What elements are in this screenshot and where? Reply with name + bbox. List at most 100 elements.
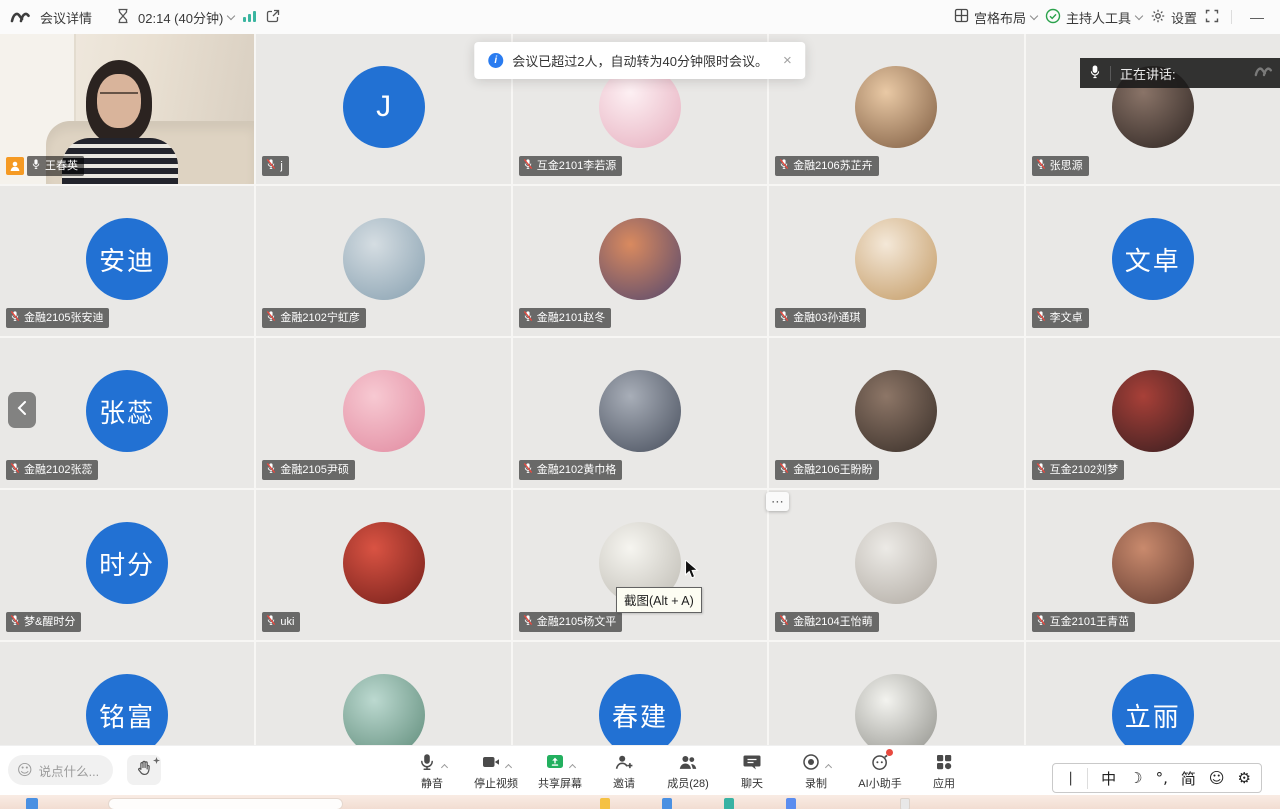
participant-tile[interactable]: 金融03孙通琪 — [769, 186, 1023, 336]
mic-status-icon — [31, 158, 41, 174]
participant-name-label: 金融2101赵冬 — [519, 308, 611, 328]
participant-tile[interactable]: 金融2106苏芷卉 — [769, 34, 1023, 184]
participant-avatar — [343, 522, 425, 604]
mic-status-icon — [266, 310, 276, 326]
meeting-timer[interactable]: 02:14 (40分钟) — [138, 8, 234, 27]
ai-assistant-button[interactable]: AI小助手 — [855, 751, 905, 791]
participant-tile[interactable]: 王春英 — [0, 34, 254, 184]
host-badge-icon — [6, 157, 24, 175]
toolbar-button-label: 应用 — [933, 775, 955, 791]
chat-button[interactable]: 聊天 — [727, 751, 777, 791]
meeting-details-button[interactable]: 会议详情 — [40, 8, 92, 27]
share-screen-icon — [545, 752, 565, 772]
meeting-logo-watermark — [1254, 64, 1274, 80]
mic-status-icon — [1036, 462, 1046, 478]
taskbar-app-icon[interactable] — [786, 798, 796, 809]
grid-layout-label: 宫格布局 — [974, 8, 1026, 27]
mic-status-icon — [779, 158, 789, 174]
chat-input[interactable]: ☺ 说点什么... — [8, 755, 113, 785]
participant-tile[interactable]: 文卓 李文卓 — [1026, 186, 1280, 336]
participant-tile[interactable]: 张蕊 金融2102张蕊 — [0, 338, 254, 488]
participant-tile[interactable]: 金融2105杨文平 — [513, 490, 767, 640]
participant-tile[interactable]: 张思源 — [1026, 34, 1280, 184]
invite-button[interactable]: 邀请 — [599, 751, 649, 791]
participant-name: 互金2101王青茁 — [1050, 615, 1129, 629]
network-signal-icon[interactable] — [242, 9, 258, 26]
mic-status-icon — [266, 462, 276, 478]
windows-start-icon[interactable] — [26, 798, 38, 809]
ime-item-5[interactable]: ☺ — [1209, 769, 1225, 787]
participant-name-label: 王春英 — [27, 156, 84, 176]
taskbar-app-icon[interactable] — [724, 798, 734, 809]
mic-status-icon — [266, 614, 276, 630]
mute-button[interactable]: 静音 — [407, 751, 457, 791]
participant-tile[interactable]: 时分 梦&醒时分 — [0, 490, 254, 640]
fullscreen-icon[interactable] — [1205, 9, 1219, 26]
ime-item-4[interactable]: 简 — [1181, 768, 1196, 789]
taskbar-app-icon[interactable] — [600, 798, 610, 809]
banner-text: 会议已超过2人，自动转为40分钟限时会议。 — [512, 51, 768, 70]
participant-name-label: uki — [262, 612, 300, 632]
speaking-indicator-bar: 正在讲话: — [1080, 58, 1280, 88]
tile-more-button[interactable]: ⋯ — [766, 492, 789, 511]
caret-up-icon[interactable] — [569, 763, 576, 770]
participant-tile[interactable]: 互金2102刘梦 — [1026, 338, 1280, 488]
participant-avatar — [599, 218, 681, 300]
person-plus-icon — [614, 752, 634, 772]
ime-item-6[interactable]: ⚙ — [1238, 769, 1251, 787]
record-button[interactable]: 录制 — [791, 751, 841, 791]
share-screen-button[interactable]: 共享屏幕 — [535, 751, 585, 791]
apps-button[interactable]: 应用 — [919, 751, 969, 791]
caret-up-icon[interactable] — [441, 763, 448, 770]
participant-avatar: 张蕊 — [86, 370, 168, 452]
participant-tile[interactable]: 铭富 — [0, 642, 254, 745]
toolbar-button-label: 停止视频 — [474, 775, 518, 791]
participant-tile[interactable]: 金融2106王盼盼 — [769, 338, 1023, 488]
participant-tile[interactable]: uki — [256, 490, 510, 640]
raise-hand-button[interactable] — [127, 755, 161, 785]
participant-tile[interactable]: 安迪 金融2105张安迪 — [0, 186, 254, 336]
caret-up-icon[interactable] — [505, 763, 512, 770]
ime-item-2[interactable]: ☽ — [1129, 769, 1142, 787]
taskbar-search[interactable] — [108, 798, 343, 809]
participant-tile[interactable]: 金融2105尹硕 — [256, 338, 510, 488]
mic-status-icon — [779, 310, 789, 326]
grid-layout-button[interactable]: 宫格布局 — [954, 8, 1037, 27]
ime-item-0[interactable]: 丨 — [1063, 768, 1088, 789]
meeting-logo-icon — [10, 9, 32, 26]
participant-tile[interactable]: 金融2102黄巾格 — [513, 338, 767, 488]
participant-name: 金融2106苏芷卉 — [793, 159, 872, 173]
participant-tile[interactable]: 金融2104王怡萌 — [769, 490, 1023, 640]
host-tools-button[interactable]: 主持人工具 — [1045, 8, 1142, 27]
taskbar-app-icon[interactable] — [662, 798, 672, 809]
participant-name-label: 金融2104王怡萌 — [775, 612, 878, 632]
minimize-button[interactable]: — — [1244, 9, 1270, 25]
participant-avatar: 立丽 — [1112, 674, 1194, 745]
participant-tile[interactable]: J j — [256, 34, 510, 184]
participant-tile[interactable]: 立丽 — [1026, 642, 1280, 745]
participant-tile[interactable]: 互金2101王青茁 — [1026, 490, 1280, 640]
taskbar-app-icon[interactable] — [900, 798, 910, 809]
taskbar — [0, 795, 1280, 809]
toolbar-buttons: 静音 停止视频 共享屏幕 邀请 成员(28) 聊天 — [407, 751, 969, 791]
members-button[interactable]: 成员(28) — [663, 751, 713, 791]
close-icon[interactable]: × — [783, 52, 792, 69]
settings-button[interactable]: 设置 — [1150, 8, 1197, 27]
stop-video-button[interactable]: 停止视频 — [471, 751, 521, 791]
mic-status-icon — [1036, 614, 1046, 630]
participant-name-label: 金融2102张蕊 — [6, 460, 98, 480]
participant-tile[interactable] — [769, 642, 1023, 745]
participant-name: 金融03孙通琪 — [793, 311, 860, 325]
open-in-new-icon[interactable] — [266, 9, 280, 26]
mic-icon — [1089, 65, 1101, 82]
ime-item-1[interactable]: 中 — [1101, 768, 1116, 789]
participant-tile[interactable]: 春建 — [513, 642, 767, 745]
participant-tile[interactable] — [256, 642, 510, 745]
participant-name-label: 金融2102宁虹彦 — [262, 308, 365, 328]
caret-up-icon[interactable] — [825, 763, 832, 770]
previous-page-button[interactable] — [8, 392, 36, 428]
chevron-left-icon — [17, 401, 27, 420]
participant-tile[interactable]: 金融2101赵冬 — [513, 186, 767, 336]
participant-tile[interactable]: 金融2102宁虹彦 — [256, 186, 510, 336]
ime-item-3[interactable]: °, — [1156, 769, 1168, 787]
